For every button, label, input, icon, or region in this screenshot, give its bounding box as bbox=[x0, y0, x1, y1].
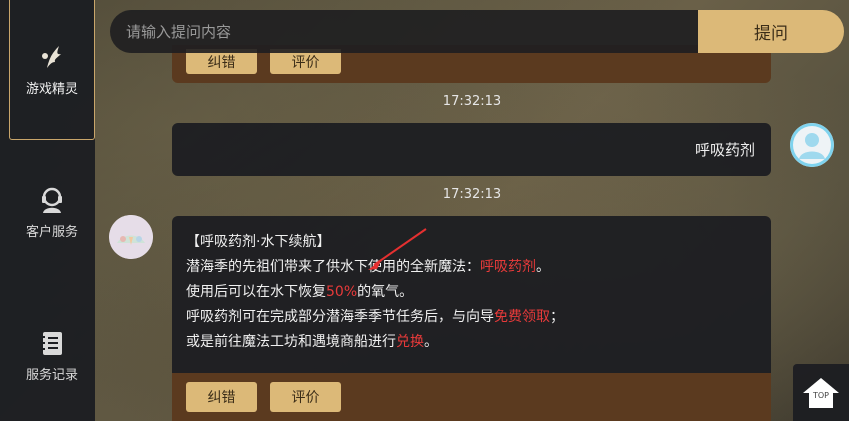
user-message-text: 呼吸药剂 bbox=[694, 141, 755, 159]
sidebar-item-service-record[interactable]: 服务记录 bbox=[9, 328, 95, 383]
user-avatar[interactable] bbox=[790, 123, 834, 167]
sidebar-item-game-sprite[interactable]: 游戏精灵 bbox=[9, 0, 95, 140]
message-timestamp: 17:32:13 bbox=[442, 187, 502, 202]
answer-action-bar bbox=[172, 373, 771, 421]
rate-button[interactable]: 评价 bbox=[270, 382, 341, 412]
service-record-icon bbox=[37, 328, 67, 358]
highlight-text: 兑换 bbox=[396, 334, 424, 350]
user-message-bubble: 呼吸药剂 bbox=[172, 123, 771, 176]
answer-title: 【呼吸药剂·水下续航】 bbox=[186, 234, 331, 250]
highlight-text: 免费领取 bbox=[494, 309, 550, 325]
sidebar-item-label: 服务记录 bbox=[25, 368, 78, 383]
answer-content: 【呼吸药剂·水下续航】 潜海季的先祖们带来了供水下使用的全新魔法：呼吸药剂。 使… bbox=[186, 230, 756, 355]
answer-line: 呼吸药剂可在完成部分潜海季季节任务后，与向导免费领取； bbox=[186, 309, 564, 325]
top-label: TOP bbox=[812, 391, 829, 400]
sidebar: 游戏精灵 客户服务 服务记录 bbox=[0, 0, 95, 421]
correct-button[interactable]: 纠错 bbox=[186, 382, 257, 412]
message-timestamp: 17:32:13 bbox=[442, 94, 502, 109]
answer-line: 潜海季的先祖们带来了供水下使用的全新魔法：呼吸药剂。 bbox=[186, 259, 550, 275]
ask-button[interactable]: 提问 bbox=[698, 10, 844, 53]
highlight-text: 呼吸药剂 bbox=[480, 259, 536, 275]
answer-line: 使用后可以在水下恢复50%的氧气。 bbox=[186, 284, 414, 300]
back-to-top-button[interactable]: TOP bbox=[793, 364, 849, 421]
question-input[interactable] bbox=[110, 10, 698, 53]
red-arrow-annotation bbox=[368, 228, 427, 270]
answer-line: 或是前往魔法工坊和遇境商船进行兑换。 bbox=[186, 334, 438, 350]
search-bar: 提问 bbox=[110, 10, 844, 53]
highlight-text: 50% bbox=[326, 284, 358, 300]
sidebar-item-label: 客户服务 bbox=[25, 225, 78, 240]
sprite-wing-icon bbox=[37, 42, 67, 72]
bot-avatar bbox=[109, 215, 153, 259]
